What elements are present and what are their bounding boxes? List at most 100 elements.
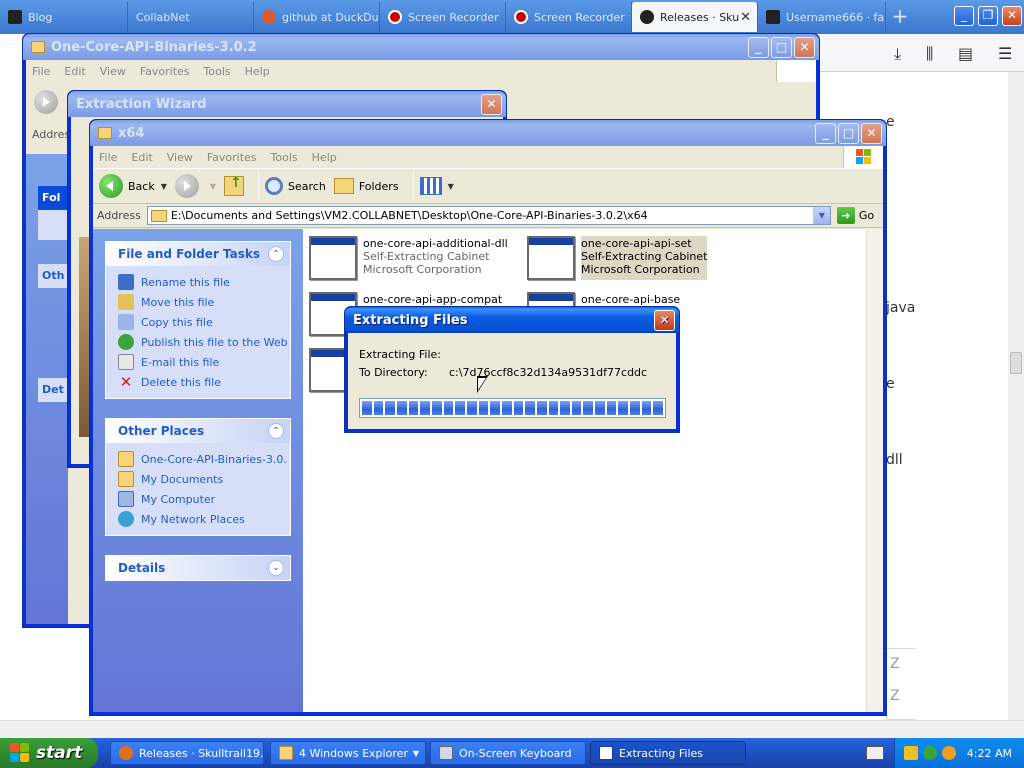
start-button[interactable]: start [0, 738, 98, 768]
close-tab-icon[interactable]: ✕ [740, 10, 751, 25]
browser-tab[interactable]: Screen Recorder [380, 2, 506, 32]
file-item[interactable]: one-core-api-additional-dll Self-Extracti… [309, 236, 508, 280]
menu-view[interactable]: View [100, 65, 126, 78]
close-button[interactable]: ✕ [1002, 6, 1022, 26]
computer-icon [118, 491, 134, 507]
menu-file[interactable]: File [32, 65, 50, 78]
search-button[interactable]: Search [265, 177, 326, 195]
menu-help[interactable]: Help [245, 65, 270, 78]
delete-task[interactable]: ✕ Delete this file [118, 372, 290, 392]
progress-segment [595, 401, 605, 415]
menu-favorites[interactable]: Favorites [140, 65, 190, 78]
place-parent-folder[interactable]: One-Core-API-Binaries-3.0. [118, 449, 290, 469]
address-field[interactable]: E:\Documents and Settings\VM2.COLLABNET\… [146, 206, 831, 225]
close-button[interactable]: ✕ [794, 37, 815, 58]
vertical-scrollbar[interactable] [1008, 72, 1024, 720]
place-label: My Network Places [141, 512, 245, 526]
minimize-button[interactable]: _ [954, 6, 974, 26]
folders-button[interactable]: Folders [333, 178, 399, 194]
chevron-down-icon[interactable]: ▼ [812, 207, 830, 224]
collapse-icon[interactable]: ⌃ [268, 423, 284, 439]
maximize-button[interactable]: □ [771, 37, 792, 58]
taskbar-item-keyboard[interactable]: On-Screen Keyboard [430, 741, 586, 765]
go-button[interactable]: ➜ Go [836, 207, 874, 224]
address-path: E:\Documents and Settings\VM2.COLLABNET\… [170, 209, 648, 222]
library-icon[interactable]: ⫼ [926, 44, 933, 64]
dialog-titlebar[interactable]: Extracting Files ✕ [345, 307, 679, 333]
file-type: Self-Extracting Cabinet [363, 250, 490, 263]
window-titlebar[interactable]: Extraction Wizard ✕ [68, 91, 506, 117]
collapse-icon[interactable]: ⌃ [268, 246, 284, 262]
menu-edit[interactable]: Edit [131, 151, 152, 164]
close-button[interactable]: ✕ [654, 310, 675, 331]
window-titlebar[interactable]: x64 _ □ ✕ [90, 120, 886, 146]
window-icon [599, 746, 613, 760]
mouse-cursor [477, 376, 488, 393]
browser-tab[interactable]: Username666 · fa [758, 2, 886, 32]
place-network[interactable]: My Network Places [118, 509, 290, 529]
back-button[interactable]: Back ▼ [99, 174, 167, 198]
progress-segment [385, 401, 395, 415]
back-arrow-icon [99, 174, 123, 198]
menu-edit[interactable]: Edit [64, 65, 85, 78]
forward-button[interactable]: ▼ [174, 174, 216, 198]
panel-header[interactable]: File and Folder Tasks ⌃ [106, 242, 290, 266]
menu-icon[interactable]: ☰ [998, 44, 1012, 63]
copy-task[interactable]: Copy this file [118, 312, 290, 332]
security-shield-icon[interactable] [903, 746, 918, 760]
menu-file[interactable]: File [99, 151, 117, 164]
expand-icon[interactable]: ⌄ [268, 560, 284, 576]
menu-help[interactable]: Help [312, 151, 337, 164]
clock: 4:22 AM [966, 746, 1012, 760]
horizontal-scrollbar[interactable] [0, 720, 1024, 738]
dropdown-caret-icon[interactable]: ▼ [448, 182, 454, 191]
up-folder-button[interactable]: ↑ [224, 175, 245, 196]
dropdown-caret-icon[interactable]: ▼ [161, 182, 167, 191]
taskbar-item-extracting[interactable]: Extracting Files [590, 741, 746, 765]
back-icon[interactable] [34, 90, 58, 114]
minimize-button[interactable]: _ [748, 37, 769, 58]
views-button[interactable]: ▼ [419, 177, 454, 195]
network-tray-icon[interactable] [922, 746, 937, 760]
vertical-scrollbar[interactable] [866, 229, 883, 712]
move-task[interactable]: Move this file [118, 292, 290, 312]
taskbar-item-explorer-group[interactable]: 4 Windows Explorer ▼ [270, 741, 426, 765]
extracting-files-dialog: Extracting Files ✕ Extracting File: To D… [344, 306, 680, 433]
restore-button[interactable]: ❐ [978, 6, 998, 26]
progress-segment [490, 401, 500, 415]
publish-task[interactable]: Publish this file to the Web [118, 332, 290, 352]
browser-tab[interactable]: Screen Recorder [506, 2, 632, 32]
window-titlebar[interactable]: One-Core-API-Binaries-3.0.2 _ □ ✕ [23, 34, 819, 60]
keyboard-tray-icon[interactable] [866, 746, 884, 760]
maximize-button[interactable]: □ [838, 123, 859, 144]
panel-header[interactable]: Other Places ⌃ [106, 419, 290, 443]
browser-tab[interactable]: github at DuckDuckGo [254, 2, 380, 32]
close-button[interactable]: ✕ [481, 94, 502, 115]
task-label: Move this file [141, 295, 215, 309]
download-icon[interactable]: ⤓ [894, 44, 901, 64]
menu-tools[interactable]: Tools [271, 151, 298, 164]
scroll-thumb[interactable] [1010, 352, 1022, 374]
close-button[interactable]: ✕ [861, 123, 882, 144]
panel-title: File and Folder Tasks [118, 247, 261, 261]
minimize-button[interactable]: _ [815, 123, 836, 144]
browser-tab[interactable]: Blog [0, 2, 128, 32]
place-my-documents[interactable]: My Documents [118, 469, 290, 489]
panel-header[interactable]: Details ⌄ [106, 556, 290, 580]
file-item-selected[interactable]: one-core-api-api-set Self-Extracting Cabi… [527, 236, 708, 280]
place-label: My Documents [141, 472, 224, 486]
menu-tools[interactable]: Tools [204, 65, 231, 78]
search-tray-icon[interactable] [941, 746, 956, 760]
email-task[interactable]: E-mail this file [118, 352, 290, 372]
sidebar-icon[interactable]: ▤ [958, 44, 973, 63]
new-tab-button[interactable]: + [888, 4, 912, 28]
rename-task[interactable]: Rename this file [118, 272, 290, 292]
browser-tab-active[interactable]: Releases · Skulltrail✕ [632, 2, 758, 32]
folder-icon [279, 746, 293, 760]
progress-segment [630, 401, 640, 415]
taskbar-item-browser[interactable]: Releases · Skulltrail19... [110, 741, 264, 765]
browser-tab[interactable]: CollabNet [128, 2, 254, 32]
menu-view[interactable]: View [167, 151, 193, 164]
menu-favorites[interactable]: Favorites [207, 151, 257, 164]
place-my-computer[interactable]: My Computer [118, 489, 290, 509]
